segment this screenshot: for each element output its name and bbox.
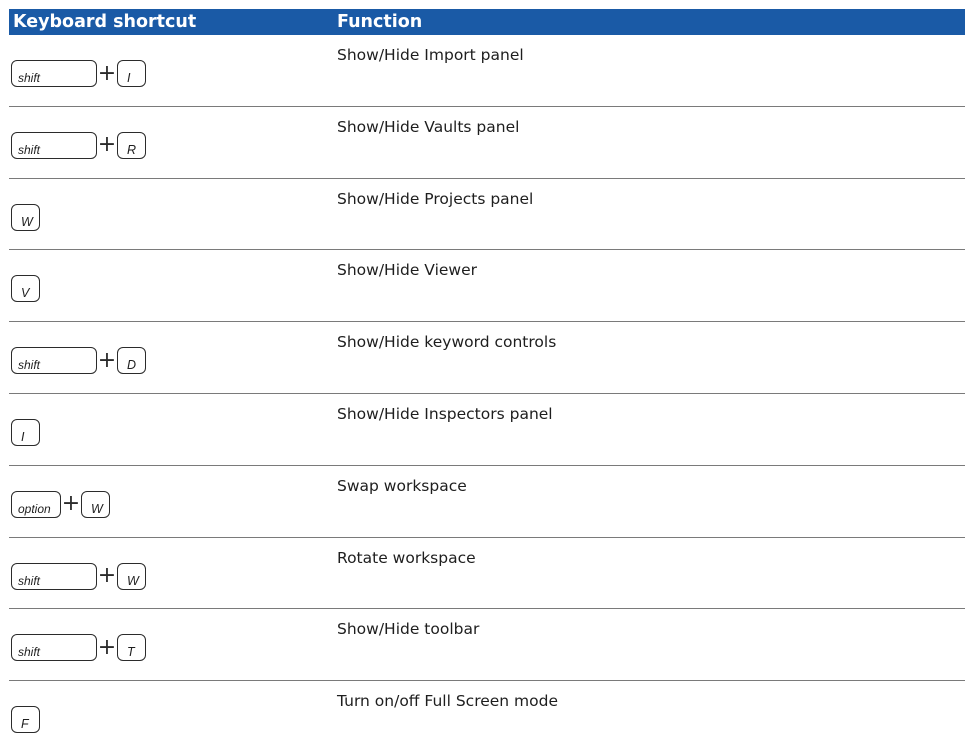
header-keyboard-shortcut: Keyboard shortcut	[13, 12, 197, 32]
key-label: W	[127, 573, 139, 588]
plus-sign: +	[97, 347, 117, 373]
key-cap: I	[117, 60, 146, 87]
key-label: shift	[18, 358, 41, 373]
key-label: T	[127, 645, 135, 660]
header-function: Function	[337, 12, 423, 32]
function-description: Turn on/off Full Screen mode	[337, 692, 559, 711]
plus-sign: +	[61, 491, 81, 517]
shortcut-cell: V	[9, 250, 337, 321]
function-description: Show/Hide toolbar	[337, 620, 480, 639]
function-description: Swap workspace	[337, 476, 467, 495]
key-cap: W	[117, 562, 146, 590]
key-combination: option + W	[11, 490, 110, 518]
plus-sign: +	[97, 634, 117, 660]
key-label: W	[21, 214, 33, 229]
shortcut-cell: shift + T	[9, 609, 337, 680]
shortcut-cell: I	[9, 394, 337, 465]
shift-key-cap: shift	[11, 60, 97, 87]
key-combination: shift + W	[11, 562, 146, 590]
key-label: shift	[18, 142, 41, 157]
key-cap: R	[117, 131, 146, 159]
key-label: shift	[18, 71, 41, 85]
key-label: F	[21, 717, 29, 732]
key-label: shift	[18, 573, 41, 588]
table-row: V Show/Hide Viewer	[9, 250, 965, 323]
key-cap: V	[11, 275, 40, 303]
shortcut-table: Keyboard shortcut Function shift + I Show/H…	[9, 9, 965, 753]
key-label: R	[127, 142, 137, 157]
key-combination: I	[11, 418, 40, 446]
key-label: V	[21, 286, 30, 301]
key-combination: W	[11, 203, 40, 231]
shortcut-cell: shift + R	[9, 107, 337, 178]
key-label: I	[127, 71, 131, 85]
table-row: shift + I Show/Hide Import panel	[9, 35, 965, 107]
key-cap: F	[11, 706, 40, 734]
plus-sign: +	[97, 60, 117, 86]
key-label: option	[18, 501, 51, 516]
key-label: shift	[18, 645, 41, 660]
key-label: I	[21, 429, 25, 444]
table-row: shift + D Show/Hide keyword controls	[9, 322, 965, 394]
table-body: shift + I Show/Hide Import panel shift + R Show…	[9, 35, 965, 753]
key-combination: shift + T	[11, 634, 146, 662]
shortcut-cell: F	[9, 681, 337, 753]
key-cap: W	[11, 203, 40, 231]
key-combination: shift + D	[11, 347, 146, 375]
plus-sign: +	[97, 132, 117, 158]
shift-key-cap: shift	[11, 634, 97, 662]
shortcut-cell: shift + W	[9, 538, 337, 609]
shortcut-cell: shift + I	[9, 35, 337, 106]
table-header: Keyboard shortcut Function	[9, 9, 965, 35]
key-combination: shift + I	[11, 60, 146, 87]
key-cap: I	[11, 418, 40, 446]
shortcut-cell: W	[9, 179, 337, 250]
function-description: Show/Hide Inspectors panel	[337, 404, 553, 423]
shortcut-cell: option + W	[9, 466, 337, 537]
table-row: I Show/Hide Inspectors panel	[9, 394, 965, 466]
shift-key-cap: shift	[11, 562, 97, 590]
function-description: Show/Hide Viewer	[337, 261, 477, 280]
key-cap: T	[117, 634, 146, 662]
function-description: Show/Hide Projects panel	[337, 189, 534, 208]
function-description: Show/Hide Import panel	[337, 46, 524, 64]
key-combination: F	[11, 706, 40, 734]
function-description: Rotate workspace	[337, 548, 476, 567]
option-key-cap: option	[11, 490, 61, 518]
table-row: shift + W Rotate workspace	[9, 538, 965, 610]
shortcut-cell: shift + D	[9, 322, 337, 393]
plus-sign: +	[97, 563, 117, 589]
function-description: Show/Hide keyword controls	[337, 333, 557, 352]
key-combination: shift + R	[11, 131, 146, 159]
table-row: shift + R Show/Hide Vaults panel	[9, 107, 965, 179]
function-description: Show/Hide Vaults panel	[337, 117, 520, 136]
shift-key-cap: shift	[11, 131, 97, 159]
table-row: option + W Swap workspace	[9, 466, 965, 538]
table-row: W Show/Hide Projects panel	[9, 179, 965, 251]
key-label: W	[91, 501, 103, 516]
key-label: D	[127, 358, 137, 373]
shift-key-cap: shift	[11, 347, 97, 375]
table-row: F Turn on/off Full Screen mode	[9, 681, 965, 753]
key-combination: V	[11, 275, 40, 303]
table-row: shift + T Show/Hide toolbar	[9, 609, 965, 682]
key-cap: W	[81, 490, 110, 518]
key-cap: D	[117, 347, 146, 375]
